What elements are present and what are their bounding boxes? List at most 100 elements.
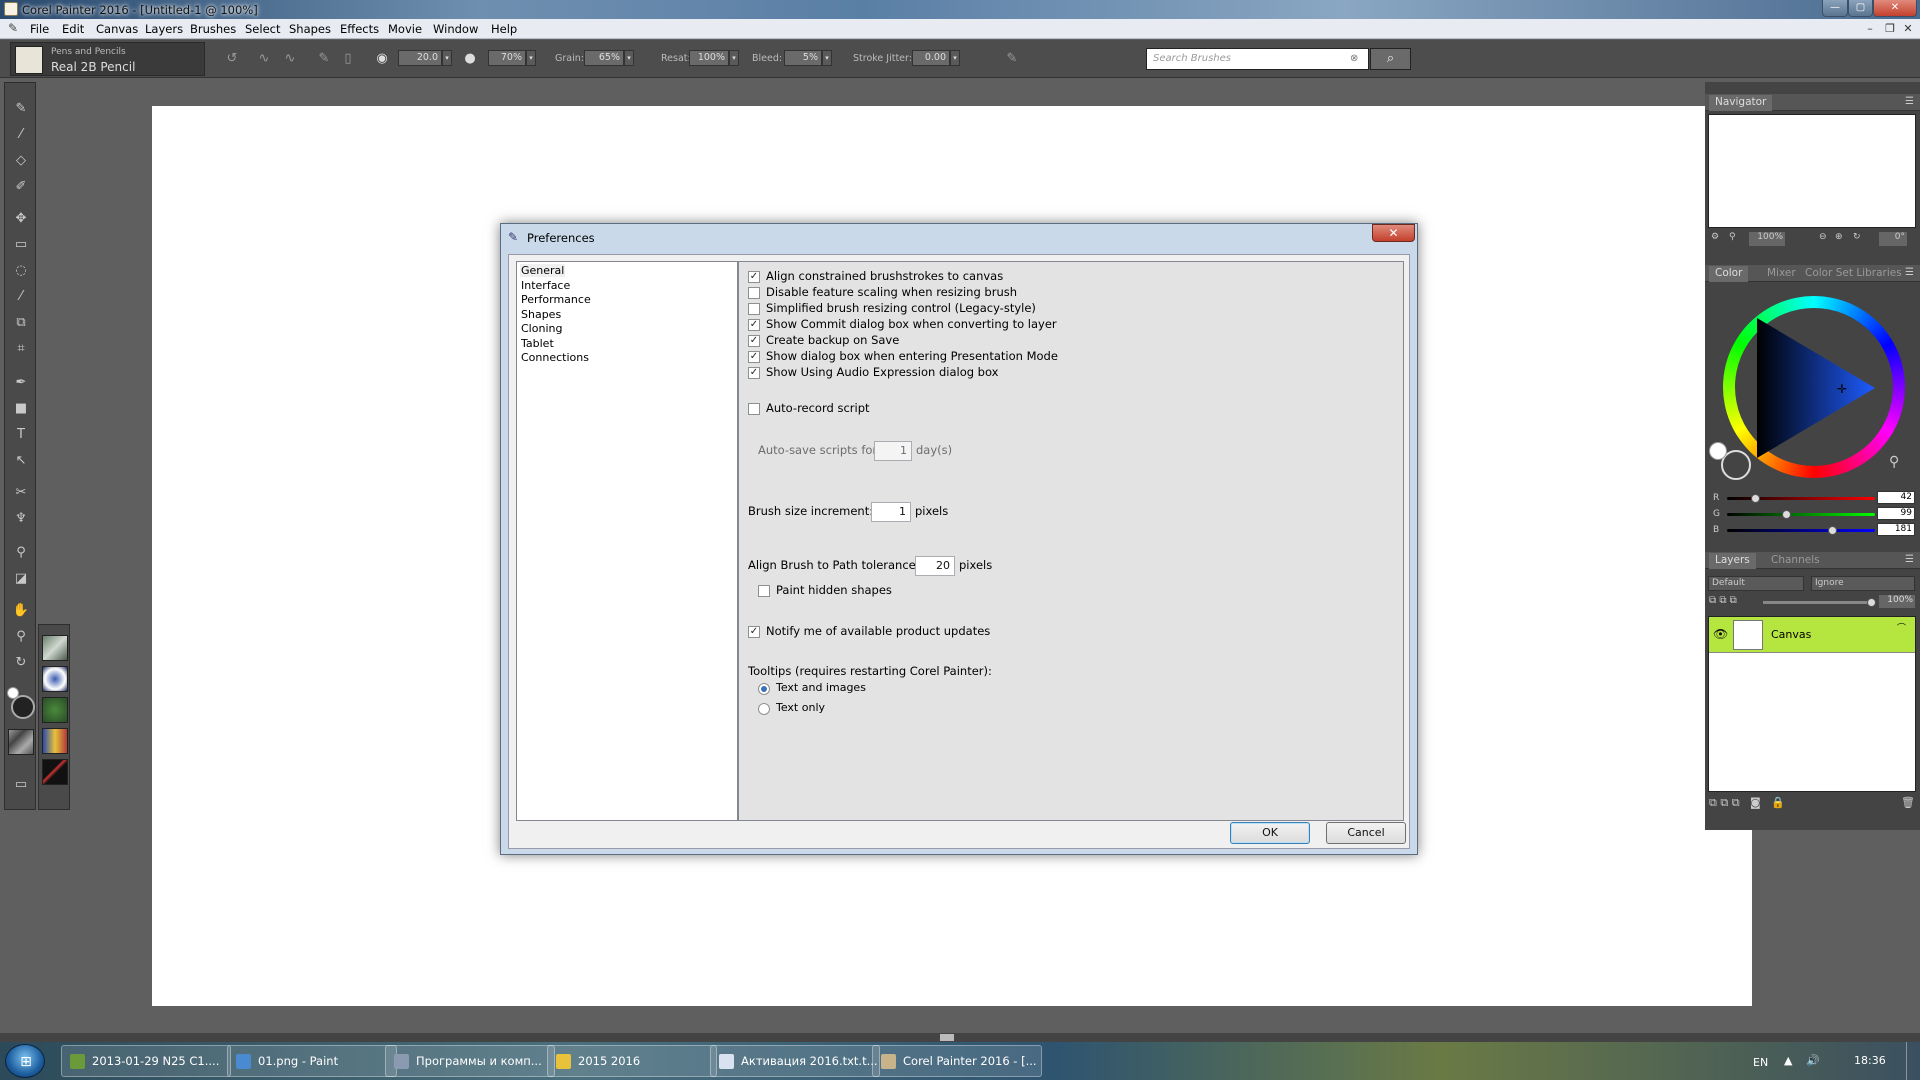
ok-button[interactable]: OK bbox=[1230, 822, 1310, 844]
start-button[interactable]: ⊞ bbox=[5, 1044, 45, 1078]
menu-file[interactable]: File bbox=[30, 22, 49, 36]
zoom-input[interactable]: 100% bbox=[1749, 232, 1785, 246]
pen-tool-icon[interactable]: ✒ bbox=[11, 373, 31, 393]
checkbox-paint-hidden[interactable] bbox=[758, 585, 770, 597]
rotate-page-icon[interactable]: ↻ bbox=[11, 653, 31, 673]
grain-dropdown[interactable]: ▾ bbox=[624, 50, 634, 66]
reset-tool-icon[interactable]: ↺ bbox=[224, 51, 240, 67]
layer-adjuster-icon[interactable]: ✥ bbox=[11, 209, 31, 229]
settings-gear-icon[interactable]: ⚙ bbox=[1711, 232, 1719, 242]
zoom-out-icon[interactable]: ⊖ bbox=[1819, 232, 1827, 242]
menu-canvas[interactable]: Canvas bbox=[96, 22, 138, 36]
category-interface[interactable]: Interface bbox=[520, 279, 571, 292]
menu-brushes[interactable]: Brushes bbox=[190, 22, 236, 36]
taskbar-item-1[interactable]: 2013-01-29 N25 C1.... bbox=[61, 1045, 231, 1077]
menu-effects[interactable]: Effects bbox=[340, 22, 379, 36]
zoom-in-icon[interactable]: ⊕ bbox=[1835, 232, 1843, 242]
brush-tool-icon[interactable]: ✎ bbox=[11, 99, 31, 119]
search-brushes-input[interactable]: Search Brushes bbox=[1146, 48, 1369, 70]
dodge-icon[interactable]: ⚲ bbox=[11, 543, 31, 563]
panel-menu-icon[interactable]: ☰ bbox=[1905, 554, 1914, 565]
taskbar-item-4[interactable]: 2015 2016 bbox=[547, 1045, 717, 1077]
checkbox-create-backup[interactable]: ✓ bbox=[748, 335, 760, 347]
secondary-color-swatch[interactable] bbox=[1709, 442, 1727, 460]
taskbar-item-3[interactable]: Программы и комп... bbox=[385, 1045, 555, 1077]
menu-shapes[interactable]: Shapes bbox=[289, 22, 331, 36]
maximize-button[interactable]: ▢ bbox=[1848, 0, 1873, 17]
rubber-stamp-icon[interactable]: ♆ bbox=[11, 509, 31, 529]
checkbox-show-commit[interactable]: ✓ bbox=[748, 319, 760, 331]
rotation-input[interactable]: 0° bbox=[1879, 232, 1907, 246]
tab-mixer[interactable]: Mixer bbox=[1761, 266, 1802, 282]
taskbar-item-5[interactable]: Активация 2016.txt.t... bbox=[710, 1045, 880, 1077]
opacity-input[interactable]: 70% bbox=[488, 50, 526, 66]
stroke-alt-icon[interactable]: ∿ bbox=[282, 51, 298, 67]
doc-minimize-icon[interactable]: – bbox=[1862, 22, 1878, 35]
category-general[interactable]: General bbox=[520, 264, 566, 277]
crop-icon[interactable]: ⌗ bbox=[11, 339, 31, 359]
transform-icon[interactable]: ⧉ bbox=[11, 313, 31, 333]
color-picker-icon[interactable]: ⚲ bbox=[1889, 454, 1899, 470]
app-icon[interactable] bbox=[4, 2, 18, 16]
minimize-button[interactable]: — bbox=[1822, 0, 1848, 17]
brush-selector[interactable]: Pens and Pencils Real 2B Pencil bbox=[10, 42, 205, 76]
red-slider[interactable] bbox=[1727, 494, 1875, 503]
jitter-input[interactable]: 0.00 bbox=[912, 50, 950, 66]
delete-layer-icon[interactable]: 🗑 bbox=[1901, 796, 1915, 809]
brush-ghost-icon[interactable]: ✎ bbox=[316, 51, 332, 67]
checkbox-notify-updates[interactable]: ✓ bbox=[748, 626, 760, 638]
shape-select-icon[interactable]: ↖ bbox=[11, 451, 31, 471]
tab-channels[interactable]: Channels bbox=[1765, 553, 1826, 569]
dropper-tool-icon[interactable]: ⁄ bbox=[11, 125, 31, 145]
path-tolerance-input[interactable]: 20 bbox=[915, 556, 955, 576]
document-icon[interactable]: ✎ bbox=[8, 21, 22, 36]
blender-tool-icon[interactable]: ✐ bbox=[11, 177, 31, 197]
menu-help[interactable]: Help bbox=[491, 22, 517, 36]
layer-row-canvas[interactable]: 👁 Canvas ⌒ bbox=[1709, 617, 1915, 653]
panel-menu-icon[interactable]: ☰ bbox=[1905, 267, 1914, 278]
checkbox-disable-scaling[interactable] bbox=[748, 287, 760, 299]
composite-method-select[interactable]: Default bbox=[1708, 576, 1804, 591]
category-connections[interactable]: Connections bbox=[520, 351, 590, 364]
preserve-select[interactable]: Ignore bbox=[1811, 576, 1915, 591]
eraser-tool-icon[interactable]: ◇ bbox=[11, 151, 31, 171]
layer-commands-icons[interactable]: ⧉ ⧉ ⧉ ◙ 🔒 bbox=[1709, 796, 1785, 810]
rotate-icon[interactable]: ↻ bbox=[1853, 232, 1861, 242]
look-icon[interactable] bbox=[42, 728, 68, 754]
blue-slider[interactable] bbox=[1727, 526, 1875, 535]
menu-select[interactable]: Select bbox=[245, 22, 280, 36]
magnifier-icon[interactable]: ⚲ bbox=[11, 627, 31, 647]
paper-icon[interactable] bbox=[8, 729, 34, 755]
taskbar-item-2[interactable]: 01.png - Paint bbox=[227, 1045, 397, 1077]
layer-opacity-slider[interactable] bbox=[1763, 598, 1876, 607]
panel-menu-icon[interactable]: ☰ bbox=[1905, 96, 1914, 107]
jitter-dropdown[interactable]: ▾ bbox=[950, 50, 960, 66]
bleed-input[interactable]: 5% bbox=[784, 50, 822, 66]
checkbox-align-constrained[interactable]: ✓ bbox=[748, 271, 760, 283]
layer-opacity-value[interactable]: 100% bbox=[1879, 595, 1915, 608]
tab-layers[interactable]: Layers bbox=[1709, 553, 1756, 569]
red-value[interactable]: 42 bbox=[1877, 491, 1915, 504]
clear-search-icon[interactable]: ⊗ bbox=[1350, 53, 1362, 65]
screen-mode-icon[interactable]: ▭ bbox=[11, 775, 31, 795]
rectangle-shape-icon[interactable]: ■ bbox=[11, 399, 31, 419]
saturation-triangle[interactable]: ✛ bbox=[1745, 318, 1885, 458]
menu-edit[interactable]: Edit bbox=[62, 22, 84, 36]
texture-icon[interactable] bbox=[42, 759, 68, 785]
radio-text-only[interactable] bbox=[758, 703, 770, 715]
resat-input[interactable]: 100% bbox=[689, 50, 729, 66]
clock[interactable]: 18:36 bbox=[1854, 1054, 1886, 1067]
green-value[interactable]: 99 bbox=[1877, 507, 1915, 520]
tab-color[interactable]: Color bbox=[1709, 266, 1749, 282]
blue-value[interactable]: 181 bbox=[1877, 523, 1915, 536]
eye-visibility-icon[interactable]: 👁 bbox=[1713, 627, 1728, 641]
tray-arrow-icon[interactable]: ▲ bbox=[1784, 1054, 1792, 1067]
grain-input[interactable]: 65% bbox=[584, 50, 624, 66]
taskbar-item-6[interactable]: Corel Painter 2016 - [... bbox=[872, 1045, 1042, 1077]
auto-save-days-input[interactable]: 1 bbox=[874, 441, 912, 461]
enhanced-icon[interactable]: ▯ bbox=[340, 51, 356, 67]
doc-close-icon[interactable]: ✕ bbox=[1900, 22, 1916, 35]
doc-restore-icon[interactable]: ❐ bbox=[1882, 22, 1898, 35]
additional-color-swatch[interactable] bbox=[7, 687, 19, 699]
navigator-preview[interactable] bbox=[1708, 114, 1916, 228]
